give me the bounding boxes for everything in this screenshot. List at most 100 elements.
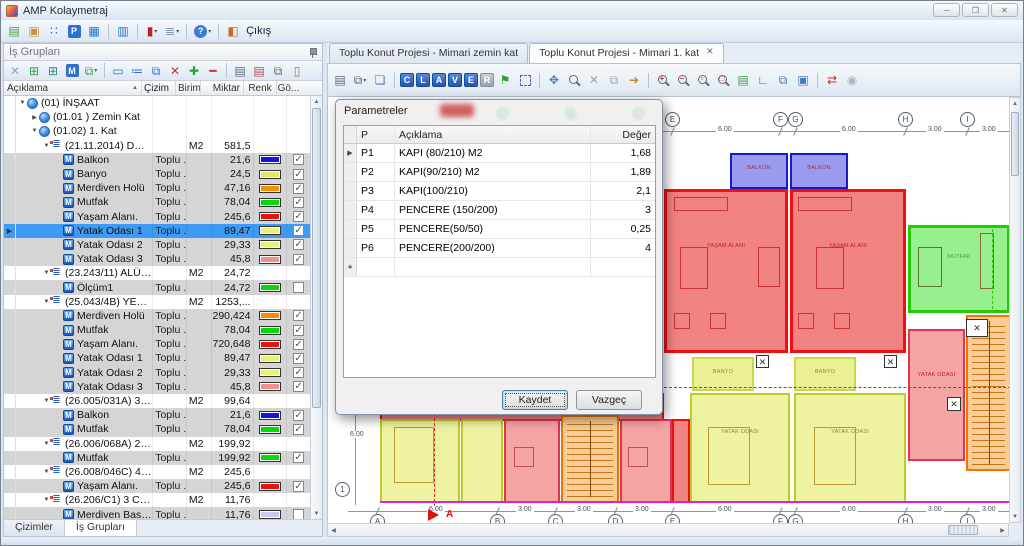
zoom-drag-icon[interactable]	[565, 71, 583, 89]
print-cancel-icon[interactable]: ▤	[250, 62, 268, 80]
help-icon[interactable]: ?▾	[192, 22, 213, 40]
panel-tab-igruplar[interactable]: İş Grupları	[65, 520, 137, 536]
tree-row[interactable]: MMutfakToplu ...78,04✓	[4, 422, 310, 436]
visibility-checkbox[interactable]: ✓	[293, 452, 304, 463]
selection-icon[interactable]	[516, 71, 534, 89]
tree-row[interactable]: MYatak Odası 3Toplu ...45,8✓	[4, 252, 310, 266]
visibility-checkbox[interactable]: ✓	[293, 481, 304, 492]
tree-row[interactable]: ▼≣(21.11.2014) DÜZ ...M2581,5	[4, 139, 310, 153]
color-swatch[interactable]	[259, 510, 281, 519]
mode-a-button[interactable]: A	[432, 73, 446, 87]
tree-row[interactable]: MMerdiven Basa...Toplu ...11,76	[4, 507, 310, 519]
drawing-hscrollbar[interactable]: ◀ ▶	[327, 523, 1009, 537]
close-tab-icon[interactable]: ✕	[706, 46, 714, 57]
tree-row[interactable]: MBanyoToplu ...24,5✓	[4, 167, 310, 181]
color-swatch[interactable]	[259, 198, 281, 207]
tree-row[interactable]: ▼≣(26.005/031A) 33...M299,64	[4, 394, 310, 408]
visibility-checkbox[interactable]: ✓	[293, 211, 304, 222]
visibility-checkbox[interactable]	[293, 509, 304, 519]
param-row[interactable]: P6PENCERE(200/200)4	[344, 239, 655, 258]
color-swatch[interactable]	[259, 411, 281, 420]
tree-row[interactable]: MYatak Odası 2Toplu ...29,33✓	[4, 238, 310, 252]
param-row[interactable]: P4PENCERE (150/200)3	[344, 201, 655, 220]
report-grid-icon[interactable]: ▤	[5, 22, 23, 40]
open-project-icon[interactable]: ▣	[25, 22, 43, 40]
zoom-extents-icon[interactable]: □	[714, 71, 732, 89]
document-tab[interactable]: Toplu Konut Projesi - Mimari 1. kat✕	[529, 43, 723, 63]
visibility-checkbox[interactable]: ✓	[293, 353, 304, 364]
tree-row[interactable]: MYatak Odası 2Toplu ...29,33✓	[4, 366, 310, 380]
pan-icon[interactable]: ✥	[545, 71, 563, 89]
add-measurement-icon[interactable]: M	[63, 62, 81, 80]
visibility-checkbox[interactable]: ✓	[293, 197, 304, 208]
tree-row[interactable]: MBalkonToplu ...21,6✓	[4, 153, 310, 167]
tree-row[interactable]: MMerdiven HolüToplu ...290,424✓	[4, 309, 310, 323]
tree-row[interactable]: ▼≣(26.008/046C) 40...M2245,6	[4, 465, 310, 479]
copy-icon[interactable]: ⧉	[269, 62, 287, 80]
zoom-window-icon[interactable]: ▫	[694, 71, 712, 89]
visibility-checkbox[interactable]: ✓	[293, 169, 304, 180]
add-subgroup-icon[interactable]: ⊞	[44, 62, 62, 80]
room-balcony-left[interactable]: BALKON	[730, 153, 788, 189]
room-bedroom-left-b[interactable]	[461, 419, 503, 503]
room-balcony-right[interactable]: BALKON	[790, 153, 848, 189]
mode-c-button[interactable]: C	[400, 73, 414, 87]
preview-icon[interactable]: ◉	[843, 71, 861, 89]
collapse-icon[interactable]: ▼	[18, 100, 27, 106]
color-swatch[interactable]	[259, 240, 281, 249]
document-tab[interactable]: Toplu Konut Projesi - Mimari zemin kat	[329, 43, 528, 63]
tree-row[interactable]: MMutfakToplu ...78,04✓	[4, 323, 310, 337]
restore-button[interactable]: ❐	[962, 3, 989, 17]
cancel-button[interactable]: Vazgeç	[576, 390, 642, 410]
export-drawing-icon[interactable]: ⧉▾	[351, 71, 369, 89]
refresh-drawing-icon[interactable]: ▤	[734, 71, 752, 89]
column-header-ciz[interactable]: Çizim	[142, 81, 176, 95]
panel-scrollbar[interactable]: ▲ ▼	[310, 96, 322, 519]
color-swatch[interactable]	[259, 226, 281, 235]
scroll-up-icon[interactable]: ▲	[1010, 98, 1020, 109]
visibility-checkbox[interactable]: ✓	[293, 381, 304, 392]
delete-measure-icon[interactable]: ✕	[585, 71, 603, 89]
mode-r-button[interactable]: R	[480, 73, 494, 87]
mode-v-button[interactable]: V	[448, 73, 462, 87]
mode-l-button[interactable]: L	[416, 73, 430, 87]
color-swatch[interactable]	[259, 170, 281, 179]
tree-row[interactable]: MMerdiven HolüToplu ...47,16✓	[4, 181, 310, 195]
scroll-down-icon[interactable]: ▼	[311, 508, 322, 519]
scroll-right-icon[interactable]: ▶	[997, 524, 1008, 536]
visibility-checkbox[interactable]: ✓	[293, 410, 304, 421]
visibility-checkbox[interactable]	[293, 282, 304, 293]
flag-icon[interactable]: ⚑	[496, 71, 514, 89]
summary-table-icon[interactable]: ▦	[85, 22, 103, 40]
tree-row[interactable]: ▶MYatak Odası 1Toplu ...89,47✓	[4, 224, 310, 238]
paste-icon[interactable]: ▯	[288, 62, 306, 80]
tree-row[interactable]: MYaşam Alanı.Toplu ...245,6✓	[4, 210, 310, 224]
column-header-ack[interactable]: Açıklama▲	[4, 81, 142, 95]
room-bedroom-pink-right[interactable]: YATAK ODASI	[908, 329, 965, 461]
room-bath-right[interactable]: BANYO	[794, 357, 856, 391]
tree-row[interactable]: ▶(01.01 ) Zemin Kat	[4, 110, 310, 124]
tree-row[interactable]: ▼(01.02) 1. Kat	[4, 124, 310, 138]
panel-tab-izimler[interactable]: Çizimler	[4, 520, 65, 536]
param-new-row[interactable]: ∗	[344, 258, 655, 277]
color-swatch[interactable]	[259, 453, 281, 462]
layers-icon[interactable]: ❏	[371, 71, 389, 89]
scrollbar-thumb[interactable]	[948, 525, 978, 535]
param-row[interactable]: P5PENCERE(50/50)0,25	[344, 220, 655, 239]
scroll-up-icon[interactable]: ▲	[311, 96, 322, 107]
pin-icon[interactable]	[308, 47, 317, 58]
tree-row[interactable]: MYatak Odası 1Toplu ...89,47✓	[4, 351, 310, 365]
list-menu-icon[interactable]: ≣▾	[163, 22, 181, 40]
tree-row[interactable]: MBalkonToplu ...21,6✓	[4, 408, 310, 422]
color-swatch[interactable]	[259, 368, 281, 377]
add-group-icon[interactable]: ⊞	[25, 62, 43, 80]
clear-icon[interactable]: ✕	[6, 62, 24, 80]
column-header-renk[interactable]: Renk	[244, 81, 277, 95]
color-swatch[interactable]	[259, 482, 281, 491]
minimize-button[interactable]: ─	[933, 3, 960, 17]
poz-list-icon[interactable]: ≔	[128, 62, 146, 80]
tree-row[interactable]: MMutfakToplu ...199,92✓	[4, 451, 310, 465]
tree-row[interactable]: ▼≣(25.043/4B) YENİ ...M21253,...	[4, 295, 310, 309]
print-icon[interactable]: ▤	[231, 62, 249, 80]
room-bath-left[interactable]: BANYO	[692, 357, 754, 391]
